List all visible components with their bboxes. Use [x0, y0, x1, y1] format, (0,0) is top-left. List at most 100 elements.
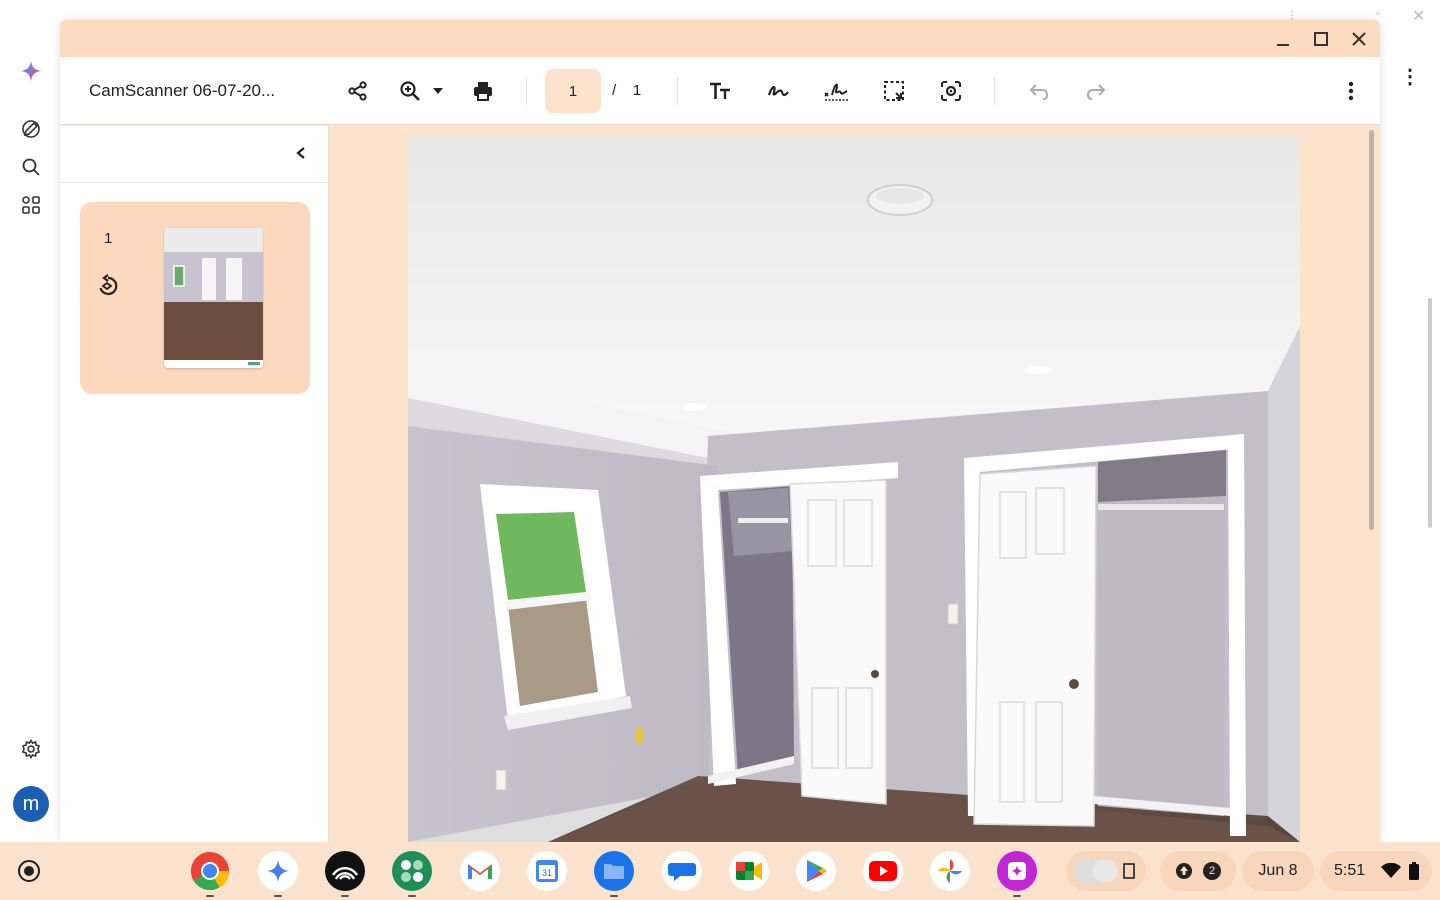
pdf-app[interactable]: [997, 851, 1037, 897]
zoom-in-icon: [400, 81, 420, 101]
gmail-app[interactable]: [460, 851, 500, 891]
text-tool-button[interactable]: [706, 77, 734, 105]
document-viewer[interactable]: [330, 126, 1380, 842]
text-size-icon: [710, 82, 730, 99]
four-dots-icon: [401, 860, 423, 882]
zoom-dropdown-button[interactable]: [424, 77, 452, 105]
screenshot-search-button[interactable]: [937, 77, 965, 105]
more-vert-icon: [1348, 81, 1354, 101]
clock-time: 5:51: [1334, 862, 1366, 879]
apps-grid-icon[interactable]: [20, 194, 42, 216]
draw-tool-button[interactable]: [764, 77, 792, 105]
page-thumbnail-card[interactable]: 1: [80, 202, 310, 394]
lens-scan-icon: [941, 81, 961, 101]
calendar-icon: 31: [536, 860, 558, 882]
gemini-app[interactable]: [258, 851, 298, 897]
pinwheel-icon: [938, 859, 962, 883]
toolbar-divider: [526, 77, 527, 105]
workspace-app[interactable]: [392, 851, 432, 897]
chrome-icon: [190, 851, 230, 891]
calendar-app[interactable]: 31: [527, 851, 567, 891]
search-icon[interactable]: [20, 156, 42, 178]
upload-icon: [1176, 863, 1192, 879]
settings-gear-icon[interactable]: [20, 738, 42, 760]
signature-icon: [824, 83, 848, 101]
document-title: CamScanner 06-07-20...: [89, 81, 276, 100]
battery-icon: [1409, 862, 1420, 880]
play-store-app[interactable]: [796, 851, 836, 891]
viewer-toolbar: CamScanner 06-07-20... 1 / 1: [60, 57, 1380, 125]
system-shelf: 31 2 Jun 8 5:51: [0, 842, 1440, 900]
video-camera-icon: [736, 862, 762, 880]
page-count: / 1: [612, 82, 641, 99]
viewer-scrollbar[interactable]: [1369, 130, 1374, 530]
share-button[interactable]: [344, 77, 372, 105]
sidebar-divider: [60, 182, 329, 183]
running-indicator: [206, 895, 214, 897]
page-number-input[interactable]: 1: [545, 69, 601, 113]
selection-icon: [884, 81, 904, 101]
messages-app[interactable]: [662, 851, 702, 891]
more-options-button[interactable]: [1337, 77, 1365, 105]
page-thumbnail-image[interactable]: [164, 228, 263, 368]
signature-tool-button[interactable]: [822, 77, 850, 105]
toolbar-divider: [994, 77, 995, 105]
minimize-button[interactable]: [1270, 26, 1296, 52]
undo-icon: [1029, 84, 1049, 100]
page-total: 1: [632, 82, 642, 99]
recent-files-thumbnails: [1074, 858, 1135, 884]
maximize-button[interactable]: [1308, 26, 1334, 52]
collapse-sidebar-button[interactable]: [290, 142, 312, 164]
close-button[interactable]: [1346, 26, 1372, 52]
sparkle-doc-icon: [1008, 862, 1026, 880]
background-scrollbar[interactable]: [1428, 298, 1432, 528]
files-app[interactable]: [594, 851, 634, 897]
photos-app[interactable]: [930, 851, 970, 891]
holding-space-tray[interactable]: [1066, 851, 1146, 891]
audio-waves-icon: [331, 867, 359, 880]
chat-bubble-icon: [668, 863, 696, 881]
background-close-icon[interactable]: ✕: [1412, 6, 1425, 26]
background-right-panel: ⋮: [1380, 38, 1440, 842]
launcher-button[interactable]: [18, 860, 40, 882]
background-side-rail: [0, 38, 60, 842]
room-photo-thumbnail: [164, 228, 263, 368]
toolbar-divider: [677, 77, 678, 105]
print-button[interactable]: [469, 77, 497, 105]
user-avatar[interactable]: m: [13, 786, 49, 822]
play-store-icon: [807, 860, 827, 882]
thumbnail-page-number: 1: [104, 230, 113, 247]
select-area-button[interactable]: [880, 77, 908, 105]
wifi-icon: [1381, 863, 1402, 878]
edit-icon[interactable]: [20, 118, 42, 140]
room-photo: [408, 136, 1300, 842]
svg-text:31: 31: [542, 868, 552, 878]
notification-count-badge: 2: [1203, 862, 1221, 880]
chevron-left-icon: [296, 147, 305, 159]
gemini-sparkle-icon[interactable]: [20, 60, 42, 82]
status-tray[interactable]: 5:51: [1320, 851, 1432, 891]
running-indicator: [274, 895, 282, 897]
page-separator: /: [612, 82, 617, 99]
thumbnail-sidebar: 1: [60, 126, 329, 842]
chevron-down-icon: [433, 88, 443, 94]
background-overflow-icon[interactable]: ⋮: [1400, 64, 1420, 89]
redo-button[interactable]: [1082, 77, 1110, 105]
share-icon: [348, 81, 367, 101]
undo-button[interactable]: [1025, 77, 1053, 105]
zoom-button[interactable]: [396, 77, 424, 105]
rotate-icon: [99, 274, 118, 296]
podcast-app[interactable]: [325, 851, 365, 897]
youtube-app[interactable]: [863, 851, 903, 891]
pdf-page[interactable]: [408, 136, 1300, 842]
running-indicator: [1013, 895, 1021, 897]
chrome-app[interactable]: [190, 851, 230, 897]
gemini-icon: [267, 860, 289, 882]
running-indicator: [610, 895, 618, 897]
window-titlebar[interactable]: [60, 20, 1380, 57]
meet-app[interactable]: [729, 851, 769, 891]
rotate-page-button[interactable]: [96, 274, 120, 298]
background-restore-icon[interactable]: ▫: [1376, 6, 1380, 20]
date-tray[interactable]: Jun 8: [1242, 851, 1314, 891]
notification-tray[interactable]: 2: [1160, 851, 1236, 891]
